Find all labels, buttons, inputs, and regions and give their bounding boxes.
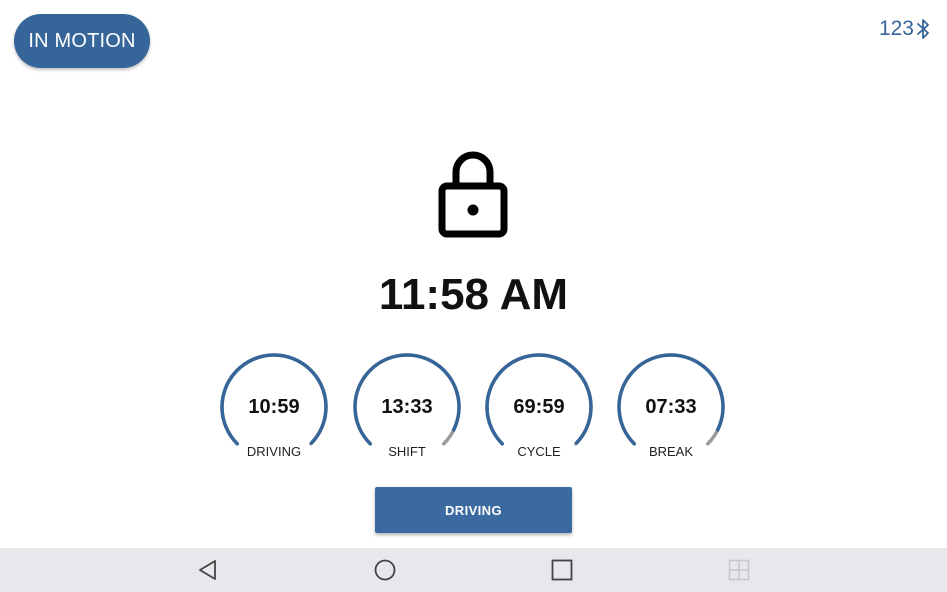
driving-gauge: 10:59 DRIVING — [219, 352, 329, 462]
cycle-gauge: 69:59 CYCLE — [484, 352, 594, 462]
device-connection-indicator[interactable]: 123 — [879, 17, 929, 41]
gauge-label: DRIVING — [246, 444, 302, 459]
gauge-value: 07:33 — [645, 396, 697, 418]
back-icon[interactable] — [196, 558, 220, 582]
recents-icon[interactable] — [550, 558, 574, 582]
current-time: 11:58 AM — [378, 270, 569, 319]
gauge-value: 10:59 — [248, 396, 300, 418]
device-id-label: 123 — [878, 17, 914, 40]
gauge-label: BREAK — [648, 444, 694, 459]
in-motion-status-button[interactable]: IN MOTION — [14, 14, 150, 68]
break-gauge: 07:33 BREAK — [616, 352, 726, 462]
lock-icon — [438, 150, 508, 245]
status-label: IN MOTION — [28, 29, 136, 52]
bluetooth-icon — [917, 18, 929, 40]
home-icon[interactable] — [373, 558, 397, 582]
gauge-value: 69:59 — [513, 396, 565, 418]
gauge-value: 13:33 — [381, 396, 433, 418]
gauge-label: CYCLE — [517, 444, 561, 459]
shift-gauge: 13:33 SHIFT — [352, 352, 462, 462]
grid-icon — [727, 558, 751, 582]
driving-status-button[interactable]: DRIVING — [375, 487, 572, 533]
gauge-label: SHIFT — [388, 444, 426, 459]
android-navigation-bar — [0, 548, 947, 592]
